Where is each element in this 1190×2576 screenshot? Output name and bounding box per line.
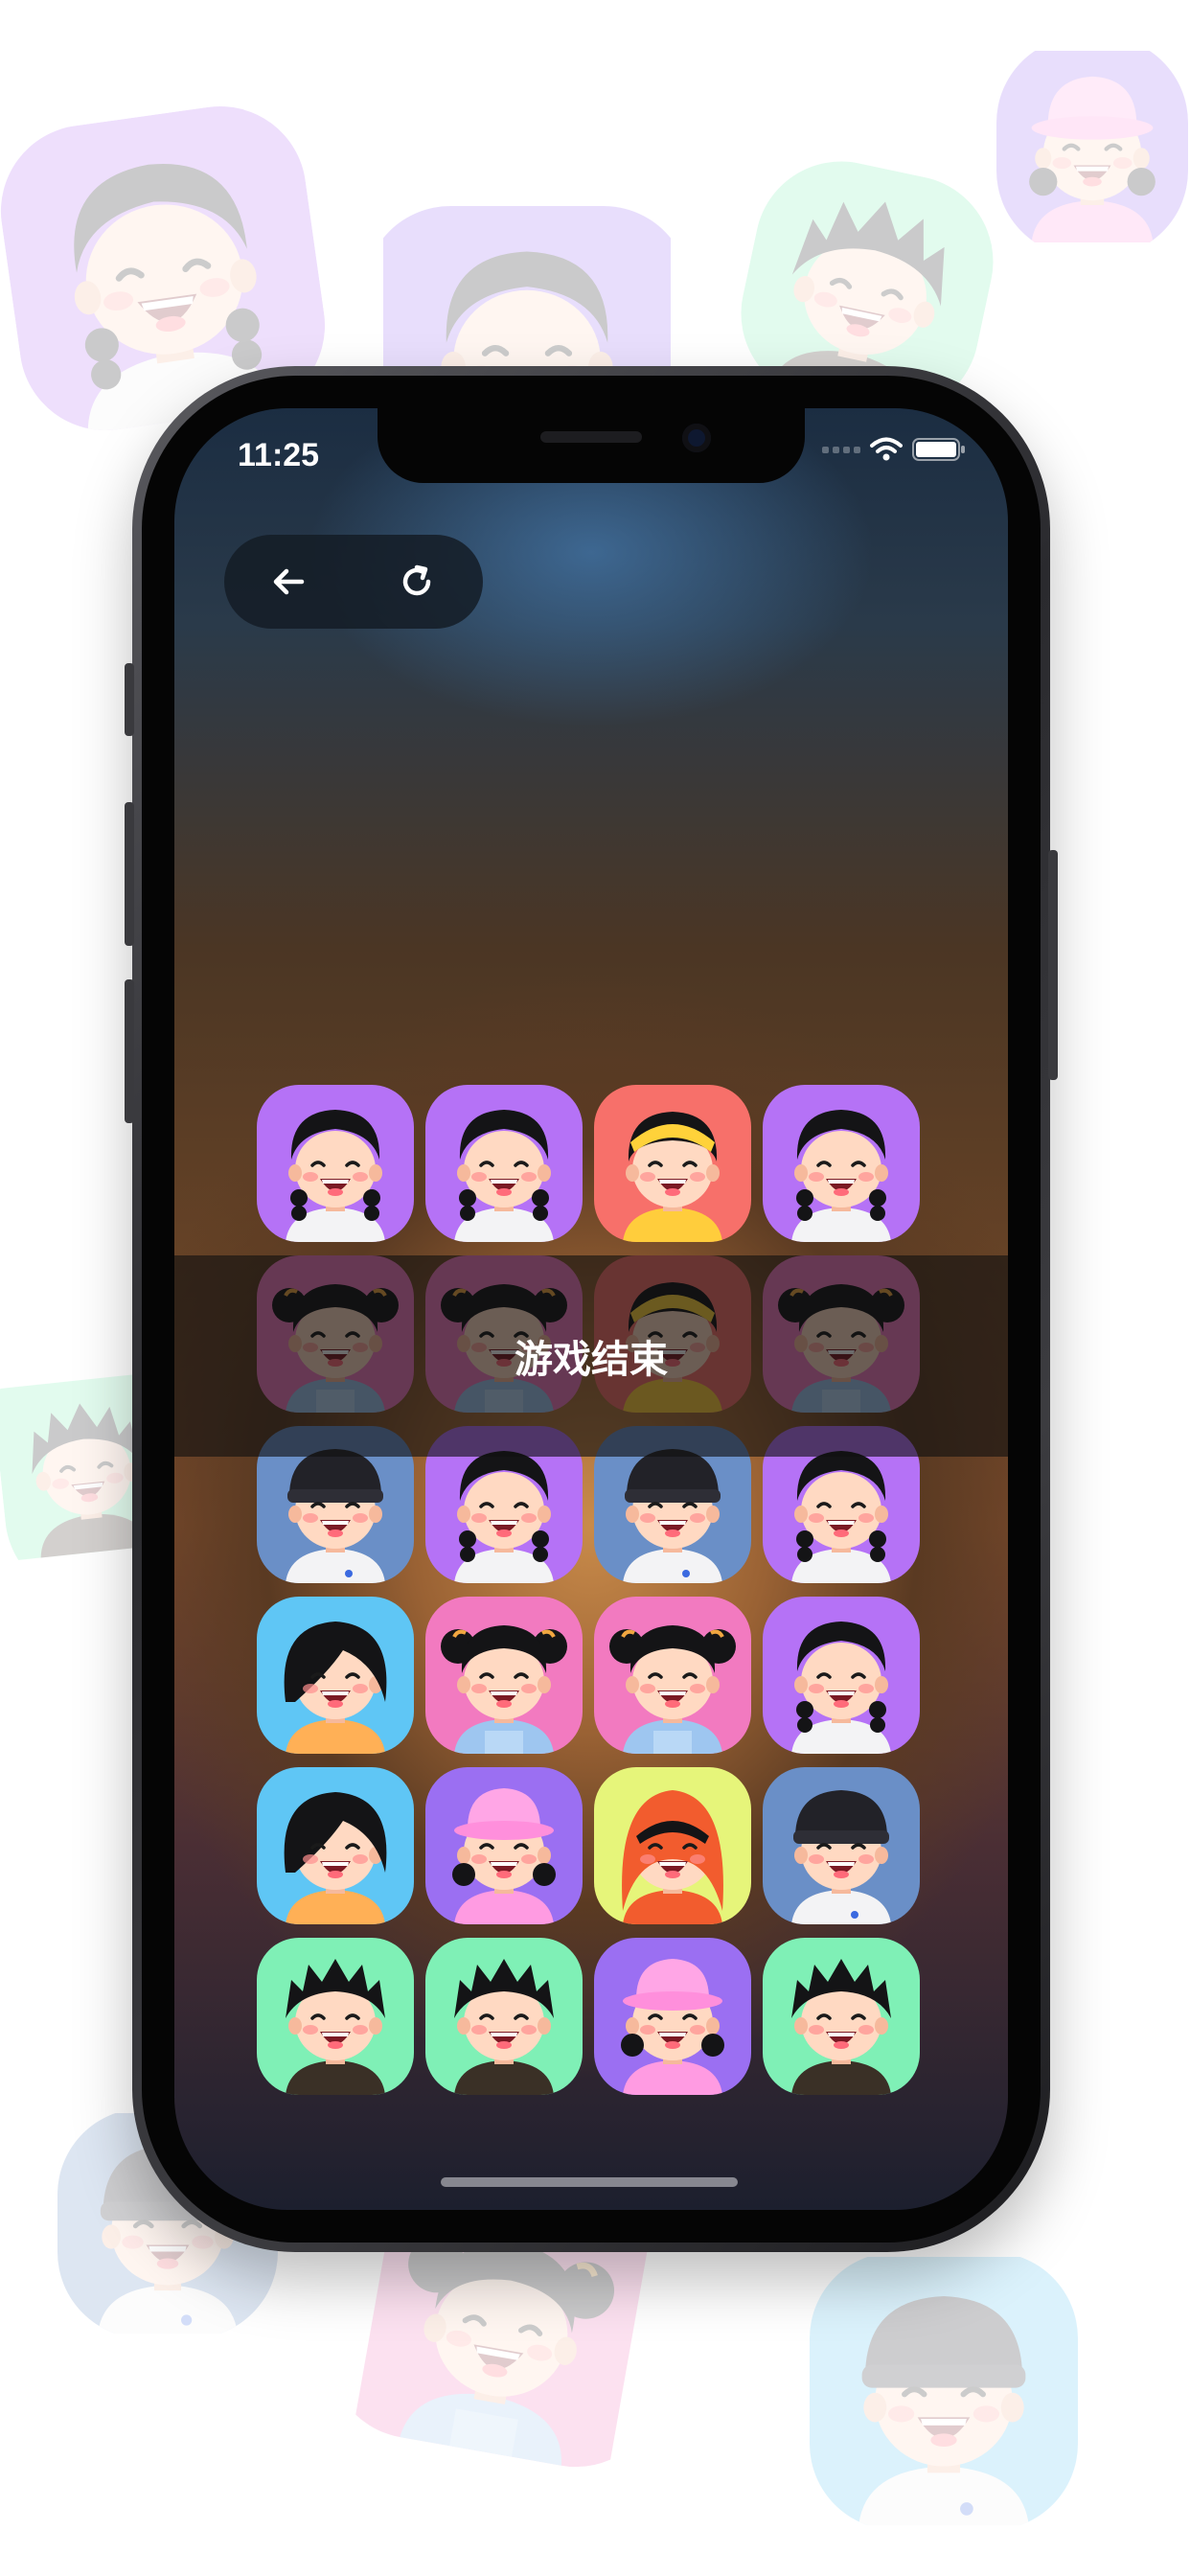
avatar-card-girl-hijab[interactable] [594,1767,751,1924]
status-icons [822,437,966,462]
avatar-card-boy-spiky[interactable] [257,1938,414,2095]
avatar-card-girl-headband[interactable] [594,1085,751,1242]
home-indicator[interactable] [441,2177,738,2187]
girl-bob-icon [257,1597,414,1754]
girl-bucket-hat-icon [996,51,1188,242]
avatar-card-boy-beanie[interactable] [763,1767,920,1924]
phone-volume-down [125,979,134,1123]
girl-bucket-hat-icon [425,1767,583,1924]
avatar-card-girl-pigtails[interactable] [425,1597,583,1754]
avatar-card-girl-braids[interactable] [763,1085,920,1242]
phone-volume-up [125,802,134,946]
girl-braids-icon [763,1085,920,1242]
boy-spiky-icon [425,1938,583,2095]
girl-bucket-hat-icon [594,1938,751,2095]
card-grid [257,1085,927,2095]
girl-pigtails-icon [425,1597,583,1754]
boy-spiky-icon [257,1938,414,2095]
front-camera [682,424,711,452]
background-avatar-tile [996,36,1188,257]
avatar-card-girl-bob[interactable] [257,1767,414,1924]
avatar-card-girl-bob[interactable] [257,1597,414,1754]
arrow-left-icon [273,568,305,595]
speaker [540,431,642,443]
status-time: 11:25 [238,437,320,473]
signal-icon [822,446,860,453]
wifi-icon [870,437,903,461]
girl-pigtails-icon [594,1597,751,1754]
game-over-text: 游戏结束 [515,1338,668,1382]
girl-braids-icon [425,1085,583,1242]
girl-braids-icon [763,1597,920,1754]
phone-mute-switch [125,663,134,736]
game-toolbar [224,535,483,629]
boy-beanie-icon [763,1767,920,1924]
phone-screen: 11:25 游戏结束 [174,408,1008,2210]
avatar-card-girl-braids[interactable] [425,1085,583,1242]
girl-bob-icon [257,1767,414,1924]
avatar-card-girl-bucket-hat[interactable] [425,1767,583,1924]
game-over-overlay: 游戏结束 [174,1255,1008,1457]
avatar-card-girl-pigtails[interactable] [594,1597,751,1754]
restart-button[interactable] [393,558,441,606]
boy-spiky-icon [763,1938,920,2095]
boy-beanie-icon [810,2257,1078,2525]
back-button[interactable] [264,558,312,606]
avatar-card-girl-bucket-hat[interactable] [594,1938,751,2095]
phone-power-button [1048,850,1058,1080]
avatar-card-boy-spiky[interactable] [763,1938,920,2095]
avatar-card-girl-braids[interactable] [257,1085,414,1242]
girl-headband-icon [594,1085,751,1242]
phone-frame: 11:25 游戏结束 [125,366,1058,2252]
girl-hijab-icon [594,1767,751,1924]
notch [378,408,805,483]
avatar-card-girl-braids[interactable] [763,1597,920,1754]
battery-icon [912,438,965,461]
background-avatar-tile [810,2252,1078,2530]
refresh-icon [402,564,431,596]
girl-braids-icon [257,1085,414,1242]
avatar-card-boy-spiky[interactable] [425,1938,583,2095]
